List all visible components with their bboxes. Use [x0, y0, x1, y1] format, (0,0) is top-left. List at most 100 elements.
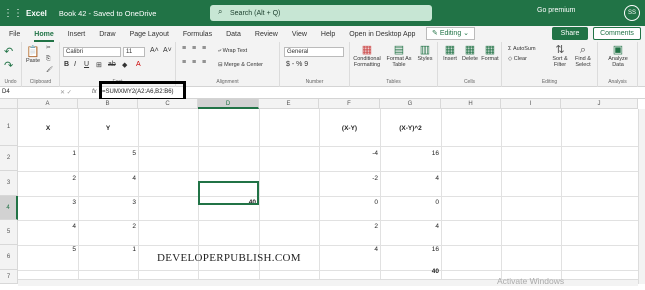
- cell-a5[interactable]: 4: [18, 222, 76, 232]
- share-button[interactable]: Share: [552, 27, 588, 40]
- grow-font-icon[interactable]: A˄: [150, 47, 159, 54]
- column-header-e[interactable]: E: [259, 99, 319, 109]
- tab-data[interactable]: Data: [226, 31, 241, 38]
- tab-insert[interactable]: Insert: [68, 31, 86, 38]
- strikethrough-button[interactable]: ab: [108, 61, 116, 68]
- cell-b2[interactable]: 5: [78, 149, 136, 159]
- cell-g5[interactable]: 4: [380, 222, 439, 232]
- cell-a4[interactable]: 3: [18, 198, 76, 208]
- vertical-scrollbar[interactable]: [638, 109, 645, 284]
- format-as-table-button[interactable]: ▤ Format As Table: [386, 44, 412, 68]
- app-launcher-icon[interactable]: ⋮⋮: [0, 0, 26, 26]
- document-title[interactable]: Book 42 - Saved to OneDrive: [59, 9, 157, 18]
- name-box[interactable]: D4: [2, 89, 42, 98]
- cell-f2[interactable]: -4: [319, 149, 378, 159]
- sort-filter-button[interactable]: ⇅ Sort & Filter: [550, 44, 570, 68]
- go-premium-link[interactable]: Go premium: [537, 7, 576, 14]
- formula-cancel-confirm-icons[interactable]: ✕ ✓: [60, 89, 72, 96]
- comments-button[interactable]: Comments: [593, 27, 641, 40]
- tab-formulas[interactable]: Formulas: [183, 31, 212, 38]
- redo-button[interactable]: ↷: [4, 60, 13, 72]
- cell-b6[interactable]: 1: [78, 245, 136, 255]
- cell-b5[interactable]: 2: [78, 222, 136, 232]
- column-header-i[interactable]: I: [501, 99, 561, 109]
- cell-g1[interactable]: (X-Y)^2: [380, 124, 441, 134]
- borders-icon[interactable]: ⊞: [96, 61, 102, 69]
- tab-draw[interactable]: Draw: [99, 31, 115, 38]
- column-header-f[interactable]: F: [319, 99, 380, 109]
- align-bottom-icon[interactable]: ≡: [202, 45, 206, 52]
- cell-a3[interactable]: 2: [18, 174, 76, 184]
- editing-mode-button[interactable]: ✎ Editing ⌄: [426, 27, 476, 40]
- format-cells-button[interactable]: ▦ Format: [481, 44, 499, 62]
- cell-a6[interactable]: 5: [18, 245, 76, 255]
- align-right-icon[interactable]: ≡: [202, 59, 206, 66]
- cell-g3[interactable]: 4: [380, 174, 439, 184]
- number-format-dropdown[interactable]: General: [284, 47, 344, 57]
- insert-cells-button[interactable]: ▦ Insert: [441, 44, 459, 62]
- row-header-6[interactable]: 6: [0, 245, 18, 270]
- select-all-corner[interactable]: [0, 99, 18, 109]
- cell-b1[interactable]: Y: [78, 124, 138, 134]
- tab-help[interactable]: Help: [321, 31, 335, 38]
- spreadsheet-grid[interactable]: A B C D E F G H I J 1 2 3 4 5 6 7 X Y (X…: [0, 99, 645, 284]
- tab-home[interactable]: Home: [34, 31, 55, 42]
- cell-g7[interactable]: 40: [380, 267, 439, 277]
- cell-g4[interactable]: 0: [380, 198, 439, 208]
- delete-cells-button[interactable]: ▦ Delete: [461, 44, 479, 62]
- cut-icon[interactable]: ✂: [46, 45, 51, 51]
- column-header-b[interactable]: B: [78, 99, 138, 109]
- styles-button[interactable]: ▥ Styles: [416, 44, 434, 62]
- font-size-dropdown[interactable]: 11: [123, 47, 145, 57]
- font-name-dropdown[interactable]: Calibri: [63, 47, 121, 57]
- italic-button[interactable]: I: [74, 61, 76, 68]
- column-header-h[interactable]: H: [441, 99, 501, 109]
- shrink-font-icon[interactable]: A˅: [163, 47, 172, 54]
- open-desktop-app[interactable]: Open in Desktop App: [349, 31, 415, 38]
- tab-file[interactable]: File: [9, 31, 20, 38]
- cell-f3[interactable]: -2: [319, 174, 378, 184]
- row-header-5[interactable]: 5: [0, 220, 18, 245]
- copy-icon[interactable]: ⎘: [46, 56, 50, 62]
- align-middle-icon[interactable]: ≡: [192, 45, 196, 52]
- column-header-c[interactable]: C: [138, 99, 198, 109]
- row-header-7[interactable]: 7: [0, 270, 18, 284]
- row-header-1[interactable]: 1: [0, 109, 18, 146]
- cell-g6[interactable]: 16: [380, 245, 439, 255]
- align-left-icon[interactable]: ≡: [182, 59, 186, 66]
- format-painter-icon[interactable]: 🖌: [46, 67, 53, 73]
- autosum-button[interactable]: Σ AutoSum: [508, 46, 536, 52]
- cell-f1[interactable]: (X-Y): [319, 124, 380, 134]
- search-box[interactable]: ⌕ Search (Alt + Q): [210, 5, 432, 21]
- row-header-4[interactable]: 4: [0, 196, 18, 220]
- cell-g2[interactable]: 16: [380, 149, 439, 159]
- row-header-3[interactable]: 3: [0, 171, 18, 196]
- clear-button[interactable]: ◇ Clear: [508, 56, 527, 62]
- bold-button[interactable]: B: [64, 61, 69, 68]
- cell-b4[interactable]: 3: [78, 198, 136, 208]
- wrap-text-button[interactable]: ⤶ Wrap Text: [218, 48, 247, 54]
- cell-f6[interactable]: 4: [319, 245, 378, 255]
- align-center-icon[interactable]: ≡: [192, 59, 196, 66]
- underline-button[interactable]: U: [84, 61, 89, 68]
- undo-button[interactable]: ↶: [4, 46, 13, 58]
- find-select-button[interactable]: ⌕ Find & Select: [572, 44, 594, 68]
- cell-f5[interactable]: 2: [319, 222, 378, 232]
- column-header-j[interactable]: J: [561, 99, 638, 109]
- fx-icon[interactable]: fx: [92, 89, 97, 95]
- tab-view[interactable]: View: [292, 31, 307, 38]
- analyze-data-button[interactable]: ▣ Analyze Data: [604, 44, 632, 68]
- number-format-buttons[interactable]: $ - % 9: [286, 61, 308, 68]
- avatar[interactable]: SS: [624, 5, 640, 21]
- column-header-g[interactable]: G: [380, 99, 441, 109]
- tab-page-layout[interactable]: Page Layout: [130, 31, 169, 38]
- font-color-icon[interactable]: A: [136, 61, 141, 68]
- cell-f4[interactable]: 0: [319, 198, 378, 208]
- paste-button[interactable]: 📋 Paste: [24, 46, 42, 64]
- row-header-2[interactable]: 2: [0, 146, 18, 171]
- merge-center-button[interactable]: ⊟ Merge & Center: [218, 62, 263, 68]
- cell-a2[interactable]: 1: [18, 149, 76, 159]
- align-top-icon[interactable]: ≡: [182, 45, 186, 52]
- column-header-d[interactable]: D: [198, 99, 259, 109]
- cell-a1[interactable]: X: [18, 124, 78, 134]
